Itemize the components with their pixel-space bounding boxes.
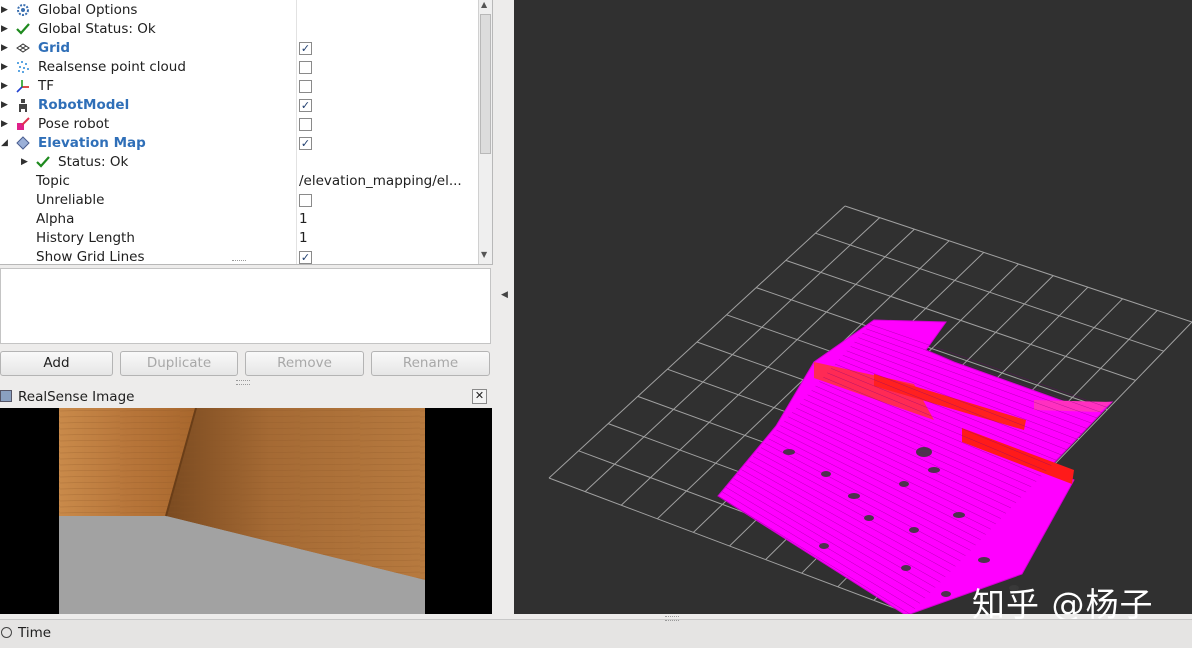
tree-row[interactable]: Alpha 1 xyxy=(0,210,478,229)
property-description-box xyxy=(0,268,491,344)
tree-row[interactable]: ▶ RobotModel ✓ xyxy=(0,96,478,115)
displays-tree[interactable]: ▶ Global Options ▶ Global Status: Ok ▶ Grid ✓ ▶… xyxy=(0,0,493,265)
time-panel[interactable]: Time xyxy=(0,616,1192,648)
tree-row-label: Unreliable xyxy=(36,192,105,208)
clock-icon xyxy=(1,627,12,638)
remove-button[interactable]: Remove xyxy=(245,351,364,376)
point-cloud-icon xyxy=(16,58,32,79)
tree-row[interactable]: ▶ Global Options xyxy=(0,1,478,20)
tree-row-label: Alpha xyxy=(36,211,75,227)
column-divider[interactable] xyxy=(296,0,297,264)
tree-row-label: Pose robot xyxy=(38,116,110,132)
robot-icon xyxy=(16,96,32,117)
tree-row-label: Topic xyxy=(36,173,70,189)
collapsed-arrow-icon[interactable]: ▶ xyxy=(21,153,28,172)
collapse-arrow-icon[interactable]: ◀ xyxy=(501,290,508,300)
visibility-checkbox[interactable] xyxy=(299,194,312,207)
pose-arrow-icon xyxy=(16,115,32,136)
tree-row-value[interactable]: 1 xyxy=(299,210,471,229)
gear-icon xyxy=(16,1,32,22)
realsense-image-panel-header[interactable]: RealSense Image xyxy=(0,386,492,408)
tree-row-label: History Length xyxy=(36,230,135,246)
tree-row-value[interactable]: 1 xyxy=(299,229,471,248)
tree-row-label: Grid xyxy=(38,40,71,56)
rviz-3d-view[interactable] xyxy=(514,0,1192,614)
tree-row[interactable]: ◢ Elevation Map ✓ xyxy=(0,134,478,153)
tf-axes-icon xyxy=(16,77,32,98)
visibility-checkbox[interactable] xyxy=(299,80,312,93)
tree-row[interactable]: History Length 1 xyxy=(0,229,478,248)
duplicate-button[interactable]: Duplicate xyxy=(120,351,238,376)
tree-row[interactable]: ▶ TF xyxy=(0,77,478,96)
close-icon[interactable]: ✕ xyxy=(472,389,487,404)
collapsed-arrow-icon[interactable]: ▶ xyxy=(1,115,8,134)
time-panel-title: Time xyxy=(18,625,52,641)
visibility-checkbox[interactable] xyxy=(299,118,312,131)
visibility-checkbox[interactable]: ✓ xyxy=(299,137,312,150)
tree-row-label: TF xyxy=(38,78,55,94)
rename-button[interactable]: Rename xyxy=(371,351,490,376)
tree-row-label: Show Grid Lines xyxy=(36,249,145,265)
collapsed-arrow-icon[interactable]: ▶ xyxy=(1,20,8,39)
tree-row-value[interactable]: /elevation_mapping/el... xyxy=(299,172,471,191)
tree-row[interactable]: ▶ Pose robot xyxy=(0,115,478,134)
visibility-checkbox[interactable]: ✓ xyxy=(299,42,312,55)
camera-scene xyxy=(0,408,492,614)
panel-resize-grip[interactable] xyxy=(232,260,246,264)
collapsed-arrow-icon[interactable]: ▶ xyxy=(1,96,8,115)
collapsed-arrow-icon[interactable]: ▶ xyxy=(1,77,8,96)
collapsed-arrow-icon[interactable]: ▶ xyxy=(1,39,8,58)
elevation-map-scene xyxy=(548,205,1192,614)
time-resize-grip[interactable] xyxy=(665,616,679,621)
tree-row-label: Realsense point cloud xyxy=(38,59,186,75)
tree-scrollbar[interactable]: ▲ ▼ xyxy=(478,0,492,264)
tree-row-label: Status: Ok xyxy=(58,154,129,170)
tree-row[interactable]: Unreliable xyxy=(0,191,478,210)
elevation-map-surface xyxy=(717,319,1114,614)
realsense-image-title: RealSense Image xyxy=(18,389,135,405)
visibility-checkbox[interactable] xyxy=(299,61,312,74)
tree-row-label: Global Options xyxy=(38,2,138,18)
checkmark-icon xyxy=(16,20,32,41)
scroll-up-arrow-icon[interactable]: ▲ xyxy=(481,0,487,9)
visibility-checkbox[interactable]: ✓ xyxy=(299,99,312,112)
collapsed-arrow-icon[interactable]: ▶ xyxy=(1,1,8,20)
tree-row-label: RobotModel xyxy=(38,97,130,113)
panel-splitter[interactable]: ◀ xyxy=(493,0,514,614)
scrollbar-thumb[interactable] xyxy=(480,14,491,154)
expanded-arrow-icon[interactable]: ◢ xyxy=(1,134,8,153)
tree-row[interactable]: Topic/elevation_mapping/el... xyxy=(0,172,478,191)
realsense-camera-image xyxy=(0,408,492,614)
tree-row[interactable]: ▶ Status: Ok xyxy=(0,153,478,172)
tree-row[interactable]: ▶ Realsense point cloud xyxy=(0,58,478,77)
dock-resize-grip[interactable] xyxy=(236,380,250,385)
visibility-checkbox[interactable]: ✓ xyxy=(299,251,312,264)
elevation-map-icon xyxy=(16,134,32,155)
collapsed-arrow-icon[interactable]: ▶ xyxy=(1,58,8,77)
tree-row[interactable]: ▶ Grid ✓ xyxy=(0,39,478,58)
tree-row[interactable]: ▶ Global Status: Ok xyxy=(0,20,478,39)
image-panel-icon xyxy=(0,390,12,402)
grid-icon xyxy=(16,39,32,60)
tree-row-label: Elevation Map xyxy=(38,135,146,151)
checkmark-icon xyxy=(36,153,52,174)
add-button[interactable]: Add xyxy=(0,351,113,376)
tree-row-label: Global Status: Ok xyxy=(38,21,156,37)
scroll-down-arrow-icon[interactable]: ▼ xyxy=(481,250,487,259)
